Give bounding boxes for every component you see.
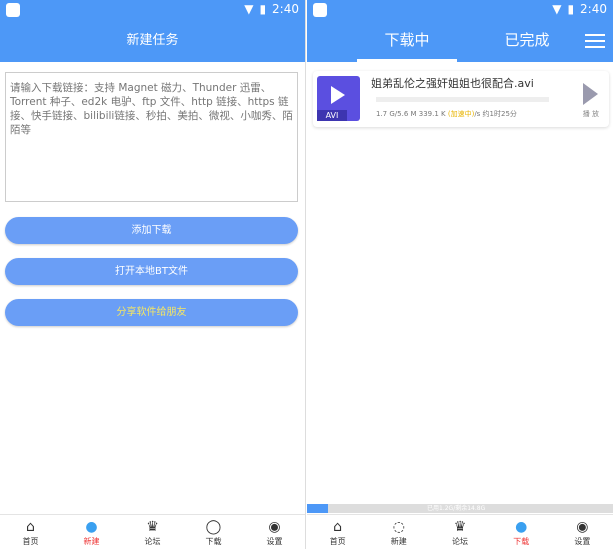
tab-downloading[interactable]: 下载中 xyxy=(347,20,467,62)
nav-download[interactable]: ● 下载 xyxy=(491,515,552,549)
header: 新建任务 xyxy=(0,20,305,62)
download-icon: ◯ xyxy=(205,519,222,535)
play-icon xyxy=(583,83,599,105)
downloads-screen: ▼ ▮ 2:40 下载中 已完成 AVI 姐弟乱伦之强奸姐姐也很配合.avi 1.7… xyxy=(307,0,613,549)
add-download-button[interactable]: 添加下载 xyxy=(5,217,298,244)
nav-new[interactable]: ◌ 新建 xyxy=(368,515,429,549)
clock: 2:40 xyxy=(580,2,607,16)
home-icon: ⌂ xyxy=(333,519,343,535)
nav-forum[interactable]: ♛ 论坛 xyxy=(122,515,183,549)
header: 下载中 已完成 xyxy=(307,20,613,62)
video-thumbnail: AVI xyxy=(317,76,360,121)
new-icon: ◌ xyxy=(392,519,405,535)
share-app-button[interactable]: 分享软件给朋友 xyxy=(5,299,298,326)
nav-settings[interactable]: ◉ 设置 xyxy=(244,515,305,549)
file-name: 姐弟乱伦之强奸姐姐也很配合.avi xyxy=(371,77,534,90)
crown-icon: ♛ xyxy=(146,519,159,535)
nav-download[interactable]: ◯ 下载 xyxy=(183,515,244,549)
download-link-input[interactable] xyxy=(5,72,298,202)
task-progress-bar xyxy=(376,97,549,102)
storage-bar: 已用1.2G/剩余14.8G xyxy=(307,504,613,513)
nav-settings[interactable]: ◉ 设置 xyxy=(552,515,613,549)
status-bar: ▼ ▮ 2:40 xyxy=(0,0,305,20)
new-icon: ● xyxy=(85,519,98,535)
wifi-icon: ▼ xyxy=(552,2,562,16)
bottom-nav: ⌂ 首页 ● 新建 ♛ 论坛 ◯ 下载 ◉ 设置 xyxy=(0,514,305,549)
settings-icon: ◉ xyxy=(268,519,281,535)
nav-home[interactable]: ⌂ 首页 xyxy=(0,515,61,549)
page-title: 新建任务 xyxy=(126,33,179,48)
battery-icon: ▮ xyxy=(259,2,267,16)
task-status: 1.7 G/5.6 M 339.1 K (加速中)/s 约1时25分 xyxy=(376,110,517,118)
download-task[interactable]: AVI 姐弟乱伦之强奸姐姐也很配合.avi 1.7 G/5.6 M 339.1 … xyxy=(313,71,609,127)
home-icon: ⌂ xyxy=(26,519,35,535)
app-notification-icon xyxy=(313,3,327,17)
bottom-nav: ⌂ 首页 ◌ 新建 ♛ 论坛 ● 下载 ◉ 设置 xyxy=(307,514,613,549)
nav-forum[interactable]: ♛ 论坛 xyxy=(429,515,490,549)
battery-icon: ▮ xyxy=(567,2,575,16)
app-notification-icon xyxy=(6,3,20,17)
menu-icon[interactable] xyxy=(585,30,605,52)
crown-icon: ♛ xyxy=(453,519,467,535)
clock: 2:40 xyxy=(272,2,299,16)
wifi-icon: ▼ xyxy=(244,2,254,16)
download-icon: ● xyxy=(515,519,528,535)
play-icon xyxy=(331,86,345,104)
nav-home[interactable]: ⌂ 首页 xyxy=(307,515,368,549)
settings-icon: ◉ xyxy=(576,519,589,535)
status-bar: ▼ ▮ 2:40 xyxy=(307,0,613,20)
play-button[interactable]: 播 放 xyxy=(583,83,599,119)
tab-completed[interactable]: 已完成 xyxy=(467,20,587,62)
nav-new[interactable]: ● 新建 xyxy=(61,515,122,549)
new-task-screen: ▼ ▮ 2:40 新建任务 添加下载 打开本地BT文件 分享软件给朋友 ⌂首页 ●新… xyxy=(0,0,306,549)
open-local-bt-button[interactable]: 打开本地BT文件 xyxy=(5,258,298,285)
